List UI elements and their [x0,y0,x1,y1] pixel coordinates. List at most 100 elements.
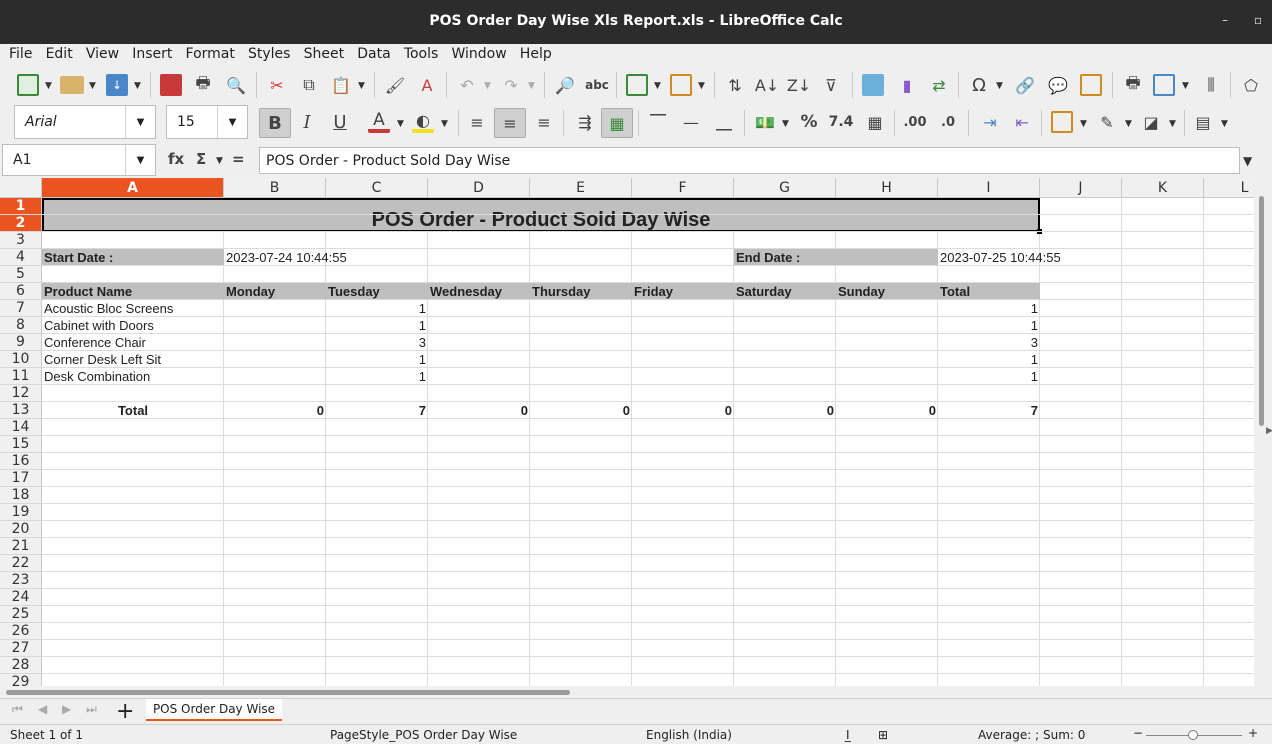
insert-chart-icon[interactable]: ▮ [896,74,918,96]
row-dropdown-icon[interactable]: ▼ [654,81,661,91]
vertical-scrollbar[interactable]: ▶ [1254,178,1272,686]
row-header-18[interactable]: 18 [0,487,42,504]
row-header-22[interactable]: 22 [0,555,42,572]
menu-sheet[interactable]: Sheet [295,45,344,63]
total-thursday-cell[interactable]: 0 [530,402,632,419]
total-qty-cell[interactable]: 1 [938,368,1040,385]
font-size-box[interactable]: 15 ▼ [166,105,248,139]
name-box[interactable]: A1 ▼ [2,144,156,176]
tuesday-qty-cell[interactable]: 1 [326,317,428,334]
tuesday-qty-cell[interactable]: 3 [326,334,428,351]
font-color-icon[interactable]: A [368,110,390,133]
end-date-value-cell[interactable]: 2023-07-25 10:44:55 [938,249,1142,266]
row-header-8[interactable]: 8 [0,317,42,334]
zoom-in-icon[interactable]: + [1248,726,1258,740]
borders-dropdown-icon[interactable]: ▼ [1080,119,1087,129]
header-monday[interactable]: Monday [224,283,326,300]
last-sheet-icon[interactable]: ⏭ [86,702,97,717]
col-header-d[interactable]: D [428,178,530,198]
border-style-icon[interactable]: ✎ [1096,111,1118,133]
product-name-cell[interactable]: Acoustic Bloc Screens [42,300,224,317]
number-format-icon[interactable]: 7.4 [829,111,854,133]
new-document-icon[interactable] [17,74,39,96]
previous-sheet-icon[interactable]: ◀ [38,702,47,716]
total-tuesday-cell[interactable]: 7 [326,402,428,419]
row-header-17[interactable]: 17 [0,470,42,487]
report-title-cell[interactable]: POS Order - Product Sold Day Wise [42,198,1040,232]
align-right-icon[interactable]: ≡ [533,111,555,133]
insert-image-icon[interactable] [862,74,884,96]
delete-decimal-icon[interactable]: .0 [937,111,959,133]
add-decimal-icon[interactable]: .00 [903,111,926,133]
special-character-icon[interactable]: Ω [968,74,990,96]
font-name-dropdown-icon[interactable]: ▼ [125,106,155,138]
start-date-label-cell[interactable]: Start Date : [42,249,224,266]
comment-icon[interactable]: 💬 [1047,74,1069,96]
center-vertically-icon[interactable]: — [680,111,702,133]
border-style-dropdown-icon[interactable]: ▼ [1125,119,1132,129]
font-name-box[interactable]: Arial ▼ [14,105,156,139]
borders-icon[interactable] [1051,111,1073,133]
total-wednesday-cell[interactable]: 0 [428,402,530,419]
row-header-7[interactable]: 7 [0,300,42,317]
column-icon[interactable] [670,74,692,96]
col-header-f[interactable]: F [632,178,734,198]
zoom-slider-thumb[interactable] [1188,730,1198,740]
freeze-dropdown-icon[interactable]: ▼ [1182,81,1189,91]
menu-format[interactable]: Format [177,45,235,63]
menu-file[interactable]: File [0,45,32,63]
spreadsheet-grid[interactable]: A B C D E F G H I J K L POS Order - Prod… [0,178,1254,686]
paste-icon[interactable]: 📋 [330,74,352,96]
pivot-table-icon[interactable]: ⇄ [928,74,950,96]
col-header-a[interactable]: A [42,178,224,198]
row-header-23[interactable]: 23 [0,572,42,589]
maximize-button[interactable]: ▫ [1254,13,1262,27]
paste-dropdown-icon[interactable]: ▼ [358,81,365,91]
row-header-15[interactable]: 15 [0,436,42,453]
product-name-cell[interactable]: Conference Chair [42,334,224,351]
menu-insert[interactable]: Insert [123,45,172,63]
column-dropdown-icon[interactable]: ▼ [698,81,705,91]
find-replace-icon[interactable]: 🔎 [554,74,576,96]
add-sheet-icon[interactable]: + [116,699,134,724]
align-center-icon[interactable]: ≡ [494,108,526,138]
vertical-scroll-thumb[interactable] [1259,196,1264,426]
row-header-10[interactable]: 10 [0,351,42,368]
col-header-k[interactable]: K [1122,178,1204,198]
col-header-h[interactable]: H [836,178,938,198]
zoom-out-icon[interactable]: − [1133,726,1143,740]
row-header-9[interactable]: 9 [0,334,42,351]
tuesday-qty-cell[interactable]: 1 [326,368,428,385]
row-header-21[interactable]: 21 [0,538,42,555]
font-size-dropdown-icon[interactable]: ▼ [217,106,247,138]
total-qty-cell[interactable]: 1 [938,317,1040,334]
minimize-button[interactable]: – [1222,13,1228,27]
decrease-indent-icon[interactable]: ⇤ [1011,111,1033,133]
row-header-20[interactable]: 20 [0,521,42,538]
first-sheet-icon[interactable]: ⏮ [12,702,23,717]
menu-view[interactable]: View [77,45,119,63]
row-header-13[interactable]: 13 [0,402,42,419]
menu-edit[interactable]: Edit [37,45,73,63]
row-header-27[interactable]: 27 [0,640,42,657]
undo-icon[interactable]: ↶ [456,74,478,96]
new-dropdown-icon[interactable]: ▼ [45,81,52,91]
print-icon[interactable]: 🖶 [192,73,214,96]
border-color-icon[interactable]: ◪ [1140,111,1162,133]
row-header-29[interactable]: 29 [0,674,42,686]
sheet-tab-active[interactable]: POS Order Day Wise [146,699,282,721]
conditional-format-icon[interactable]: ▤ [1192,111,1214,133]
save-dropdown-icon[interactable]: ▼ [134,81,141,91]
highlight-color-icon[interactable]: ◐ [412,111,434,133]
col-header-b[interactable]: B [224,178,326,198]
headers-footers-icon[interactable] [1080,74,1102,96]
product-name-cell[interactable]: Desk Combination [42,368,224,385]
product-name-cell[interactable]: Cabinet with Doors [42,317,224,334]
total-qty-cell[interactable]: 1 [938,300,1040,317]
col-header-i[interactable]: I [938,178,1040,198]
shapes-icon[interactable]: ⬠ [1240,74,1262,96]
menu-tools[interactable]: Tools [395,45,439,63]
export-pdf-icon[interactable] [160,74,182,96]
sort-ascending-icon[interactable]: A↓ [755,74,779,96]
grand-total-cell[interactable]: 7 [938,402,1040,419]
